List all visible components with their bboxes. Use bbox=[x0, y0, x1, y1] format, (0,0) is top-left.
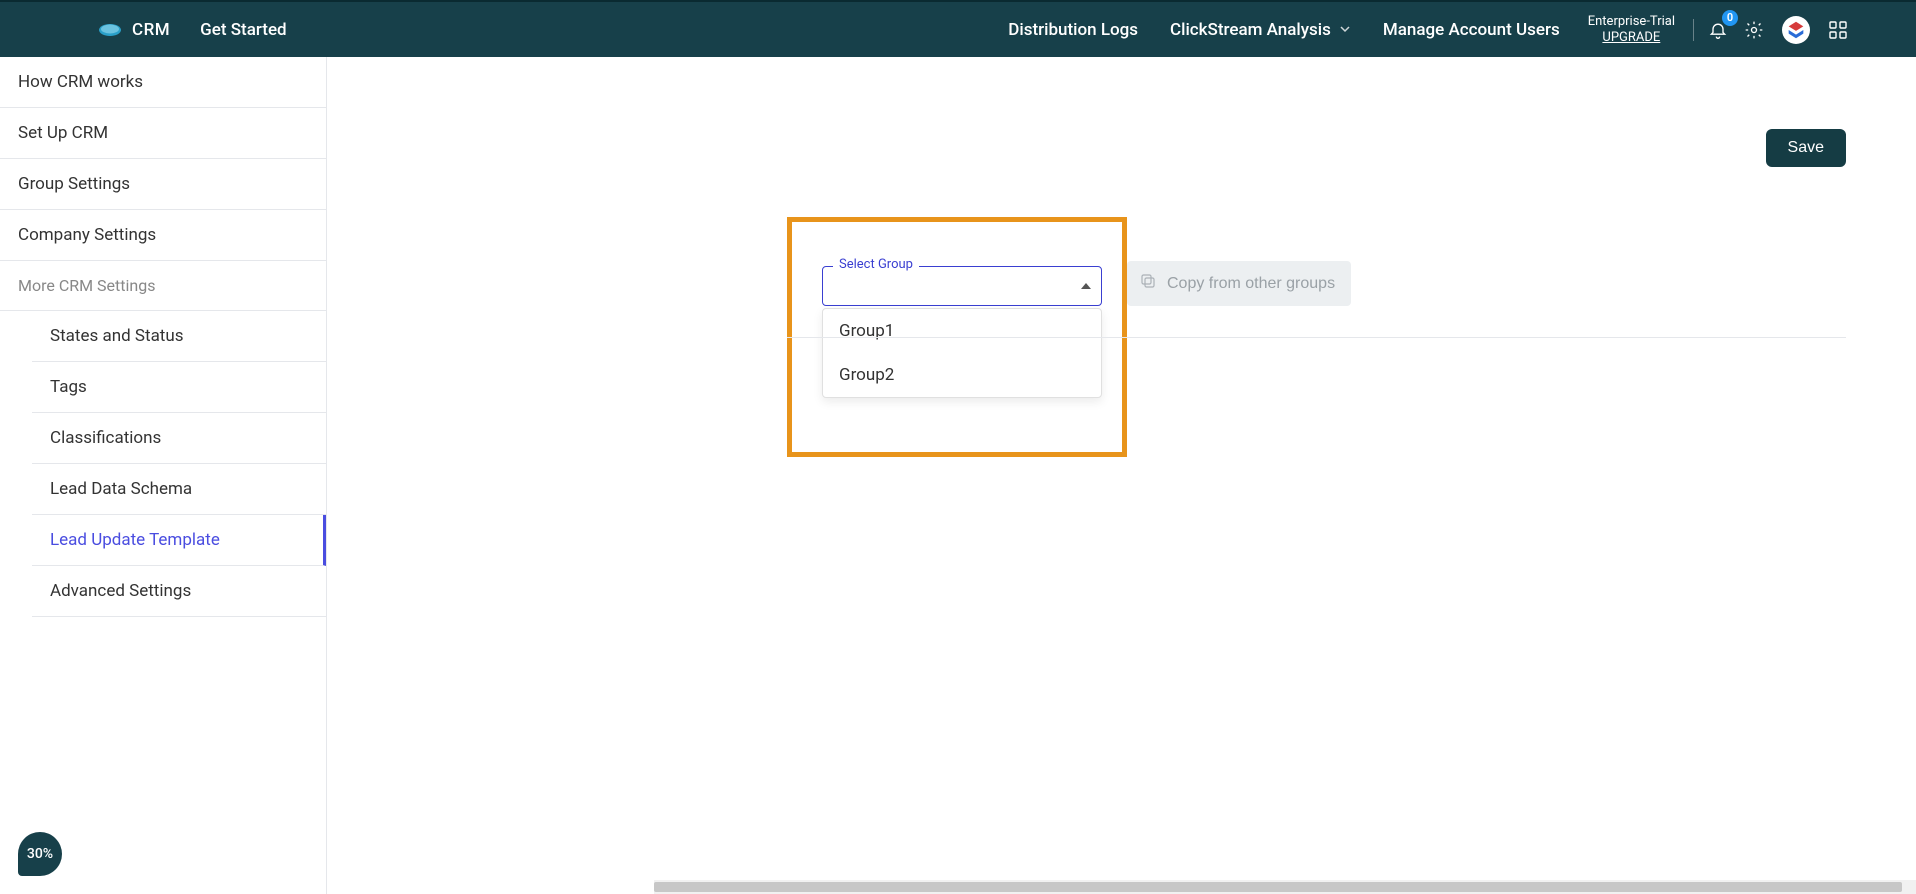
save-button[interactable]: Save bbox=[1766, 129, 1846, 167]
scrollbar-thumb[interactable] bbox=[654, 882, 1902, 892]
sidebar-item-set-up-crm[interactable]: Set Up CRM bbox=[0, 108, 326, 159]
copy-button-label: Copy from other groups bbox=[1167, 275, 1335, 293]
caret-up-icon bbox=[1081, 283, 1091, 289]
app-header: CRM Get Started Distribution Logs ClickS… bbox=[0, 0, 1916, 57]
horizontal-scrollbar[interactable] bbox=[654, 880, 1916, 894]
copy-icon bbox=[1139, 272, 1157, 295]
settings-button[interactable] bbox=[1736, 12, 1772, 48]
notifications-button[interactable]: 0 bbox=[1700, 12, 1736, 48]
sidebar-item-lead-update-template[interactable]: Lead Update Template bbox=[32, 515, 326, 566]
sidebar-top: How CRM works Set Up CRM Group Settings … bbox=[0, 57, 326, 261]
apps-button[interactable] bbox=[1820, 12, 1856, 48]
logo-icon bbox=[98, 22, 122, 38]
nav-clickstream[interactable]: ClickStream Analysis bbox=[1154, 2, 1367, 57]
sidebar-sub: States and Status Tags Classifications L… bbox=[0, 311, 326, 617]
nav-distribution-logs[interactable]: Distribution Logs bbox=[992, 2, 1154, 57]
sidebar-item-company-settings[interactable]: Company Settings bbox=[0, 210, 326, 261]
select-option-group1[interactable]: Group1 bbox=[823, 309, 1101, 353]
main-content: Save Select Group Group1 Group2 Copy fro… bbox=[327, 57, 1916, 894]
copy-from-other-groups-button[interactable]: Copy from other groups bbox=[1127, 261, 1351, 306]
sidebar: How CRM works Set Up CRM Group Settings … bbox=[0, 57, 327, 894]
sidebar-item-group-settings[interactable]: Group Settings bbox=[0, 159, 326, 210]
chevron-down-icon bbox=[1339, 20, 1351, 40]
nav-manage-users[interactable]: Manage Account Users bbox=[1367, 2, 1576, 57]
select-option-group2[interactable]: Group2 bbox=[823, 353, 1101, 397]
logo-text: CRM bbox=[132, 20, 170, 40]
header-right: Distribution Logs ClickStream Analysis M… bbox=[992, 2, 1916, 57]
get-started-link[interactable]: Get Started bbox=[200, 20, 286, 40]
sidebar-item-lead-data-schema[interactable]: Lead Data Schema bbox=[32, 464, 326, 515]
sidebar-item-advanced-settings[interactable]: Advanced Settings bbox=[32, 566, 326, 617]
sidebar-item-how-crm-works[interactable]: How CRM works bbox=[0, 57, 326, 108]
select-group-dropdown[interactable]: Select Group bbox=[822, 266, 1102, 306]
avatar[interactable] bbox=[1782, 16, 1810, 44]
progress-bubble[interactable]: 30% bbox=[18, 832, 62, 876]
nav-clickstream-label: ClickStream Analysis bbox=[1170, 20, 1331, 40]
sidebar-section-label: More CRM Settings bbox=[0, 261, 326, 311]
upgrade-link[interactable]: UPGRADE bbox=[1602, 30, 1660, 46]
sidebar-item-classifications[interactable]: Classifications bbox=[32, 413, 326, 464]
select-group-menu: Group1 Group2 bbox=[822, 308, 1102, 398]
content-divider bbox=[787, 337, 1846, 338]
logo[interactable]: CRM bbox=[98, 20, 170, 40]
trial-label: Enterprise-Trial bbox=[1588, 14, 1675, 30]
sidebar-item-tags[interactable]: Tags bbox=[32, 362, 326, 413]
trial-info: Enterprise-Trial UPGRADE bbox=[1576, 14, 1687, 45]
select-group-label: Select Group bbox=[833, 257, 919, 272]
divider bbox=[1693, 19, 1694, 41]
sidebar-item-states-status[interactable]: States and Status bbox=[32, 311, 326, 362]
